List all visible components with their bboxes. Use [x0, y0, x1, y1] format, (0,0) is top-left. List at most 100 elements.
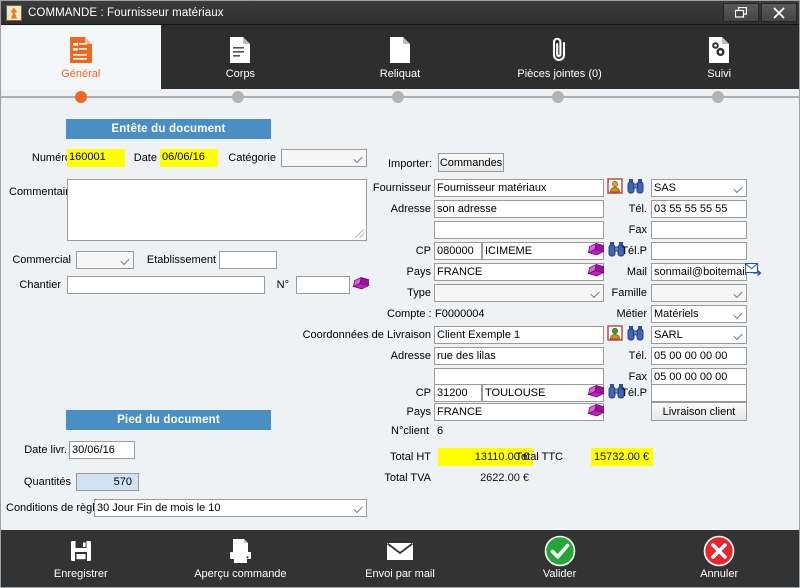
- valider-button[interactable]: Valider: [480, 530, 640, 587]
- client-livraison-field[interactable]: Client Exemple 1: [434, 326, 604, 344]
- date-livr-field[interactable]: 30/06/16: [69, 441, 135, 459]
- cp-fournisseur-label: CP: [415, 245, 431, 257]
- commentaire-label: Commentaire: [9, 186, 76, 198]
- type-fournisseur-label: Type: [407, 287, 431, 299]
- cp-fournisseur-field[interactable]: 080000: [434, 242, 482, 260]
- pays-fournisseur-label: Pays: [406, 266, 431, 278]
- pays-livraison-field[interactable]: FRANCE: [434, 403, 604, 421]
- telp-livraison-label: Tél.P: [621, 387, 647, 399]
- tab-corps[interactable]: Corps: [161, 25, 321, 89]
- tab-label: Suivi: [707, 67, 732, 80]
- etablissement-field[interactable]: [219, 251, 277, 269]
- adresse-fournisseur-line2[interactable]: [434, 221, 604, 239]
- adresse-fournisseur-label: Adresse: [390, 203, 431, 215]
- bottom-button-label: Envoi par mail: [365, 568, 435, 580]
- window-controls: [723, 3, 797, 22]
- rail-dot-corps[interactable]: [232, 91, 244, 103]
- nclient-value: 6: [437, 425, 444, 437]
- tab-strip: Général Corps Reliquat Pièces jointes (0…: [1, 25, 799, 89]
- tab-progress-rail: [1, 89, 799, 105]
- telp-fournisseur-field[interactable]: [651, 242, 747, 260]
- bottom-button-label: Annuler: [700, 568, 739, 580]
- total-ttc-label: Total TTC: [515, 451, 563, 463]
- book-lookup-icon[interactable]: [352, 274, 370, 295]
- tab-general[interactable]: Général: [1, 25, 161, 89]
- apercu-commande-button[interactable]: Aperçu commande: [161, 530, 321, 587]
- ville-fournisseur-field[interactable]: ICIMEME: [482, 242, 604, 260]
- type-fournisseur-select[interactable]: [434, 284, 604, 302]
- telp-livraison-field[interactable]: [651, 384, 747, 402]
- forme-juridique-livraison-select[interactable]: SARL: [651, 326, 747, 344]
- tel-fournisseur-field[interactable]: 03 55 55 55 55: [651, 200, 747, 218]
- nclient-label: N°client: [391, 425, 430, 437]
- close-icon[interactable]: [761, 3, 797, 22]
- famille-select[interactable]: [651, 284, 747, 302]
- conditions-label: Conditions de règl.: [6, 502, 98, 514]
- chantier-label: Chantier: [19, 279, 61, 291]
- conditions-select[interactable]: 30 Jour Fin de mois le 10: [94, 499, 367, 517]
- cp-livraison-field[interactable]: 31200: [434, 384, 482, 402]
- rail-dot-suivi[interactable]: [712, 91, 724, 103]
- bottom-toolbar: Enregistrer Aperçu commande Envoi par ma…: [1, 530, 799, 587]
- fournisseur-label: Fournisseur: [372, 182, 431, 194]
- restore-icon[interactable]: [723, 3, 759, 22]
- metier-select[interactable]: Matériels: [651, 305, 747, 323]
- mail-fournisseur-field[interactable]: sonmail@boitemail.fr: [651, 263, 747, 281]
- categorie-select[interactable]: [281, 149, 367, 167]
- coordonnees-livraison-label: Coordonnées de Livraison: [302, 329, 431, 341]
- commentaire-textarea[interactable]: [67, 179, 367, 241]
- metier-label: Métier: [616, 308, 647, 320]
- importer-label: Importer:: [387, 158, 432, 170]
- fournisseur-field[interactable]: Fournisseur matériaux: [434, 179, 604, 197]
- chantier-numero-label: N°: [276, 279, 289, 291]
- rail-dot-reliquat[interactable]: [392, 91, 404, 103]
- rail-dot-general[interactable]: [75, 91, 87, 103]
- commercial-select[interactable]: [76, 251, 134, 269]
- tel-livraison-label: Tél.: [628, 350, 647, 362]
- adresse-fournisseur-line1[interactable]: son adresse: [434, 200, 604, 218]
- app-logo-icon: [6, 4, 22, 21]
- annuler-button[interactable]: Annuler: [639, 530, 799, 587]
- date-field[interactable]: 06/06/16: [160, 149, 218, 167]
- adresse-livraison-label: Adresse: [390, 350, 431, 362]
- document-icon: [387, 35, 413, 65]
- tel-livraison-field[interactable]: 05 00 00 00 00: [651, 347, 747, 365]
- numero-field[interactable]: 160001: [67, 149, 125, 167]
- tab-suivi[interactable]: Suivi: [639, 25, 799, 89]
- envoi-par-mail-button[interactable]: Envoi par mail: [320, 530, 480, 587]
- green-check-circle-icon: [544, 535, 576, 567]
- contact-card-icon[interactable]: [607, 325, 623, 344]
- importer-commandes-button[interactable]: Commandes: [438, 153, 504, 172]
- chantier-field[interactable]: [67, 276, 265, 294]
- commande-window: COMMANDE : Fournisseur matériaux Général…: [0, 0, 800, 588]
- binoculars-search-icon[interactable]: [627, 325, 644, 344]
- red-x-circle-icon: [703, 535, 735, 567]
- pays-fournisseur-field[interactable]: FRANCE: [434, 263, 604, 281]
- mail-fournisseur-label: Mail: [626, 266, 647, 278]
- tab-pieces-jointes[interactable]: Pièces jointes (0): [480, 25, 640, 89]
- tab-reliquat[interactable]: Reliquat: [320, 25, 480, 89]
- enregistrer-button[interactable]: Enregistrer: [1, 530, 161, 587]
- rail-dot-pieces-jointes[interactable]: [552, 91, 564, 103]
- forme-juridique-fournisseur-select[interactable]: SAS: [651, 179, 747, 197]
- ville-livraison-field[interactable]: TOULOUSE: [482, 384, 604, 402]
- title-bar: COMMANDE : Fournisseur matériaux: [1, 1, 799, 25]
- send-mail-icon[interactable]: [744, 262, 762, 279]
- livraison-client-button[interactable]: Livraison client: [651, 402, 747, 421]
- commercial-label: Commercial: [12, 254, 71, 266]
- total-ttc-value: 15732.00 €: [591, 448, 653, 466]
- binoculars-search-icon[interactable]: [627, 178, 644, 197]
- book-lookup-icon[interactable]: [587, 401, 605, 422]
- adresse-livraison-line1[interactable]: rue des lilas: [434, 347, 604, 365]
- categorie-label: Catégorie: [228, 152, 276, 164]
- total-ht-label: Total HT: [390, 451, 431, 463]
- fax-fournisseur-field[interactable]: [651, 221, 747, 239]
- contact-card-icon[interactable]: [607, 178, 623, 197]
- book-lookup-icon[interactable]: [587, 240, 605, 261]
- quantites-field[interactable]: 570: [76, 473, 139, 491]
- book-lookup-icon[interactable]: [587, 382, 605, 403]
- resize-grip-icon[interactable]: [355, 229, 364, 238]
- printer-preview-icon: [227, 537, 253, 565]
- bottom-button-label: Aperçu commande: [194, 568, 287, 580]
- chantier-numero-field[interactable]: [296, 276, 350, 294]
